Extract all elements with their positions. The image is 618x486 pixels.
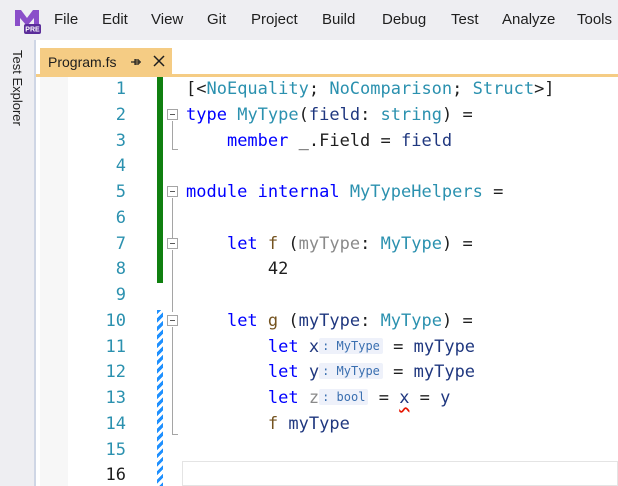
collapse-icon[interactable] bbox=[167, 109, 178, 120]
outline-line bbox=[172, 327, 173, 434]
collapse-icon[interactable] bbox=[167, 186, 178, 197]
menu-build[interactable]: Build bbox=[322, 11, 355, 28]
outline-end bbox=[172, 434, 178, 435]
visual-studio-preview-logo-icon[interactable]: PRE bbox=[12, 6, 42, 36]
outline-line bbox=[172, 250, 173, 312]
line-number: 9 bbox=[115, 285, 126, 305]
code-line: f myType bbox=[267, 414, 350, 434]
outline-line bbox=[172, 198, 173, 238]
menu-debug[interactable]: Debug bbox=[382, 11, 426, 28]
line-number: 8 bbox=[115, 259, 126, 279]
code-line: type MyType(field: string) = bbox=[186, 105, 473, 125]
inlay-hint: : MyType bbox=[319, 363, 383, 379]
menu-file[interactable]: File bbox=[54, 11, 78, 28]
test-explorer-label[interactable]: Test Explorer bbox=[10, 50, 25, 126]
svg-text:PRE: PRE bbox=[25, 27, 40, 34]
menu-project[interactable]: Project bbox=[251, 11, 298, 28]
saved-change-bar bbox=[157, 77, 163, 283]
line-number: 15 bbox=[105, 440, 126, 460]
line-number: 2 bbox=[115, 105, 126, 125]
outline-line bbox=[172, 121, 173, 149]
tab-program-fs-label[interactable]: Program.fs bbox=[48, 54, 116, 70]
menu-edit[interactable]: Edit bbox=[102, 11, 128, 28]
code-line: [<NoEquality; NoComparison; Struct>] bbox=[186, 79, 555, 99]
line-number: 14 bbox=[105, 414, 126, 434]
menu-tools[interactable]: Tools bbox=[577, 11, 612, 28]
code-line: let x: MyType = myType bbox=[267, 337, 476, 357]
code-line: let z: bool = x = y bbox=[267, 388, 451, 408]
pin-icon[interactable] bbox=[130, 55, 144, 69]
line-number: 6 bbox=[115, 208, 126, 228]
code-line: module internal MyTypeHelpers = bbox=[186, 182, 504, 202]
line-number: 1 bbox=[115, 79, 126, 99]
collapse-icon[interactable] bbox=[167, 315, 178, 326]
menu-git[interactable]: Git bbox=[207, 11, 226, 28]
error-squiggle: x bbox=[399, 388, 410, 408]
editor-margin bbox=[40, 77, 68, 486]
menu-analyze[interactable]: Analyze bbox=[502, 11, 555, 28]
menu-view[interactable]: View bbox=[151, 11, 183, 28]
line-number: 5 bbox=[115, 182, 126, 202]
inlay-hint: : bool bbox=[319, 389, 369, 405]
collapse-icon[interactable] bbox=[167, 238, 178, 249]
close-icon[interactable] bbox=[152, 54, 166, 68]
current-line-number: 16 bbox=[105, 465, 126, 485]
code-line: let y: MyType = myType bbox=[267, 362, 476, 382]
line-number: 7 bbox=[115, 234, 126, 254]
code-line: let f (myType: MyType) = bbox=[226, 234, 473, 254]
current-line-highlight[interactable] bbox=[182, 461, 618, 486]
line-number: 11 bbox=[105, 337, 126, 357]
code-line: 42 bbox=[267, 259, 289, 279]
line-number: 12 bbox=[105, 362, 126, 382]
code-line: member _.Field = field bbox=[226, 131, 453, 151]
unsaved-change-bar bbox=[157, 310, 163, 486]
line-number: 4 bbox=[115, 156, 126, 176]
line-number: 3 bbox=[115, 131, 126, 151]
line-number: 13 bbox=[105, 388, 126, 408]
menu-test[interactable]: Test bbox=[451, 11, 479, 28]
code-line: let g (myType: MyType) = bbox=[226, 311, 473, 331]
inlay-hint: : MyType bbox=[319, 338, 383, 354]
line-number: 10 bbox=[105, 311, 126, 331]
outline-end bbox=[172, 149, 178, 150]
